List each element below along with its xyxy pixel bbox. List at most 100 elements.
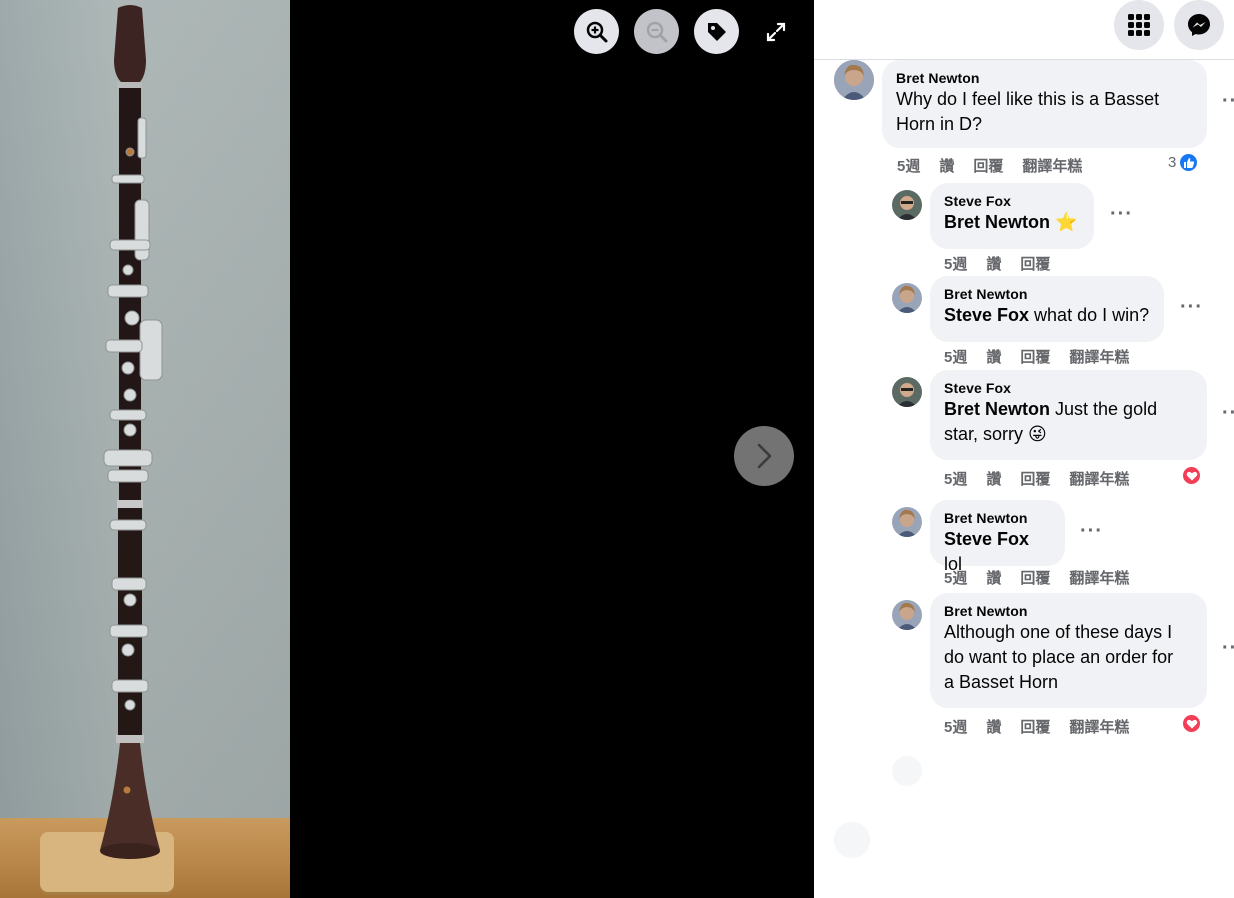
comment-bubble: Bret Newton Steve Fox lol	[930, 500, 1065, 574]
zoom-out-button[interactable]	[634, 9, 679, 54]
like-link[interactable]: 讚	[986, 253, 1001, 274]
like-reaction-icon	[1178, 152, 1200, 173]
loading-placeholder	[834, 822, 870, 858]
more-options-button[interactable]: ···	[1110, 203, 1133, 226]
like-link[interactable]: 讚	[986, 468, 1001, 489]
reply-link[interactable]: 回覆	[973, 155, 1003, 176]
tag-button[interactable]	[694, 9, 739, 54]
messenger-button[interactable]	[1174, 0, 1224, 50]
like-link[interactable]: 讚	[939, 155, 954, 176]
reply-item: Steve Fox Bret Newton Just the gold star,…	[814, 370, 1234, 496]
reply-item: Bret Newton Although one of these days I…	[814, 593, 1234, 738]
avatar[interactable]	[892, 283, 922, 313]
photo-viewer	[0, 0, 814, 898]
comment-author[interactable]: Steve Fox	[944, 379, 1193, 397]
avatar-image	[834, 60, 874, 100]
reply-link[interactable]: 回覆	[1020, 253, 1050, 274]
comment-author[interactable]: Bret Newton	[944, 509, 1051, 527]
comment-bubble: Bret Newton Although one of these days I…	[930, 593, 1207, 708]
avatar-image	[892, 600, 922, 630]
menu-button[interactable]	[1114, 0, 1164, 50]
comment-time[interactable]: 5週	[897, 155, 920, 176]
comment-text-line: Just the gold	[1050, 399, 1158, 419]
reaction-summary[interactable]	[1181, 713, 1202, 734]
expand-button[interactable]	[756, 12, 796, 52]
messenger-icon	[1188, 14, 1210, 36]
comment-author[interactable]: Bret Newton	[944, 285, 1150, 303]
avatar[interactable]	[892, 377, 922, 407]
avatar[interactable]	[892, 190, 922, 220]
comment-text: Although one of these days I do want to p…	[944, 620, 1193, 695]
comment-text: Bret Newton Just the gold star, sorry 😜	[944, 397, 1193, 447]
star-emoji: ⭐	[1055, 212, 1078, 232]
avatar[interactable]	[834, 60, 874, 100]
comment-author[interactable]: Bret Newton	[944, 602, 1193, 620]
comment-text-line: a Basset Horn	[944, 672, 1059, 692]
mention-link[interactable]: Bret Newton	[944, 399, 1050, 419]
zoom-in-button[interactable]	[574, 9, 619, 54]
clarinet-illustration	[100, 5, 163, 859]
mention-link[interactable]: Steve Fox	[944, 305, 1029, 325]
like-link[interactable]: 讚	[986, 567, 1001, 588]
more-options-button[interactable]: ···	[1180, 296, 1203, 319]
avatar-image	[892, 377, 922, 407]
reaction-count: 3	[1168, 154, 1177, 171]
comment-time[interactable]: 5週	[944, 346, 967, 367]
reply-item: Bret Newton Steve Fox what do I win? ···…	[814, 276, 1234, 368]
like-link[interactable]: 讚	[986, 716, 1001, 737]
avatar[interactable]	[892, 507, 922, 537]
comment-time[interactable]: 5週	[944, 468, 967, 489]
comment-bubble: Steve Fox Bret Newton Just the gold star,…	[930, 370, 1207, 460]
comment-author[interactable]: Bret Newton	[896, 69, 1193, 87]
comment-time[interactable]: 5週	[944, 716, 967, 737]
comment-text-line: star, sorry	[944, 424, 1029, 444]
comment-text-line: Although one of these days I	[944, 622, 1173, 642]
reaction-summary[interactable]: 3	[1168, 152, 1200, 173]
reply-link[interactable]: 回覆	[1020, 567, 1050, 588]
next-photo-button[interactable]	[734, 426, 794, 486]
translate-link[interactable]: 翻譯年糕	[1069, 716, 1129, 737]
comments-panel: Bret Newton Why do I feel like this is a…	[814, 0, 1234, 898]
comment-author[interactable]: Steve Fox	[944, 192, 1080, 210]
laughing-emoji: 😜	[1028, 424, 1047, 444]
avatar-image	[892, 507, 922, 537]
comment-text-line: Why do I feel like this is a Basset	[896, 89, 1160, 109]
reply-link[interactable]: 回覆	[1020, 346, 1050, 367]
avatar[interactable]	[892, 600, 922, 630]
translate-link[interactable]: 翻譯年糕	[1069, 468, 1129, 489]
comment-text-line: Horn in D?	[896, 114, 983, 134]
loading-placeholder	[892, 756, 922, 786]
more-options-button[interactable]: ···	[1222, 637, 1234, 660]
comment-text: Why do I feel like this is a Basset Horn …	[896, 87, 1193, 137]
more-options-button[interactable]: ···	[1222, 402, 1234, 425]
translate-link[interactable]: 翻譯年糕	[1022, 155, 1082, 176]
reply-link[interactable]: 回覆	[1020, 468, 1050, 489]
clarinet-photo	[0, 0, 290, 898]
reply-item: Bret Newton Steve Fox lol ··· 5週 讚 回覆 翻譯…	[814, 500, 1234, 592]
translate-link[interactable]: 翻譯年糕	[1069, 567, 1129, 588]
comment-bubble: Bret Newton Steve Fox what do I win?	[930, 276, 1164, 342]
tag-icon	[707, 22, 726, 41]
comment-actions: 5週 讚 回覆 翻譯年糕	[944, 346, 1148, 367]
chevron-right-icon	[757, 443, 772, 469]
page-root: Bret Newton Why do I feel like this is a…	[0, 0, 1234, 898]
reply-link[interactable]: 回覆	[1020, 716, 1050, 737]
like-link[interactable]: 讚	[986, 346, 1001, 367]
comment-actions: 5週 讚 回覆	[944, 253, 1069, 274]
translate-link[interactable]: 翻譯年糕	[1069, 346, 1129, 367]
grid-menu-icon	[1128, 14, 1150, 36]
more-options-button[interactable]: ···	[1222, 90, 1234, 113]
more-options-button[interactable]: ···	[1080, 520, 1103, 543]
avatar-image	[892, 190, 922, 220]
comment-actions: 5週 讚 回覆 翻譯年糕	[944, 567, 1148, 588]
comment-text: Bret Newton ⭐	[944, 210, 1080, 235]
mention-link[interactable]: Steve Fox	[944, 529, 1029, 549]
reply-item: Steve Fox Bret Newton ⭐ ··· 5週 讚 回覆	[814, 183, 1234, 275]
reaction-summary[interactable]	[1181, 465, 1202, 486]
zoom-out-icon	[646, 21, 667, 42]
comment-bubble: Steve Fox Bret Newton ⭐	[930, 183, 1094, 249]
mention-link[interactable]: Bret Newton	[944, 212, 1050, 232]
comment-time[interactable]: 5週	[944, 253, 967, 274]
top-bar	[814, 0, 1234, 60]
comment-time[interactable]: 5週	[944, 567, 967, 588]
